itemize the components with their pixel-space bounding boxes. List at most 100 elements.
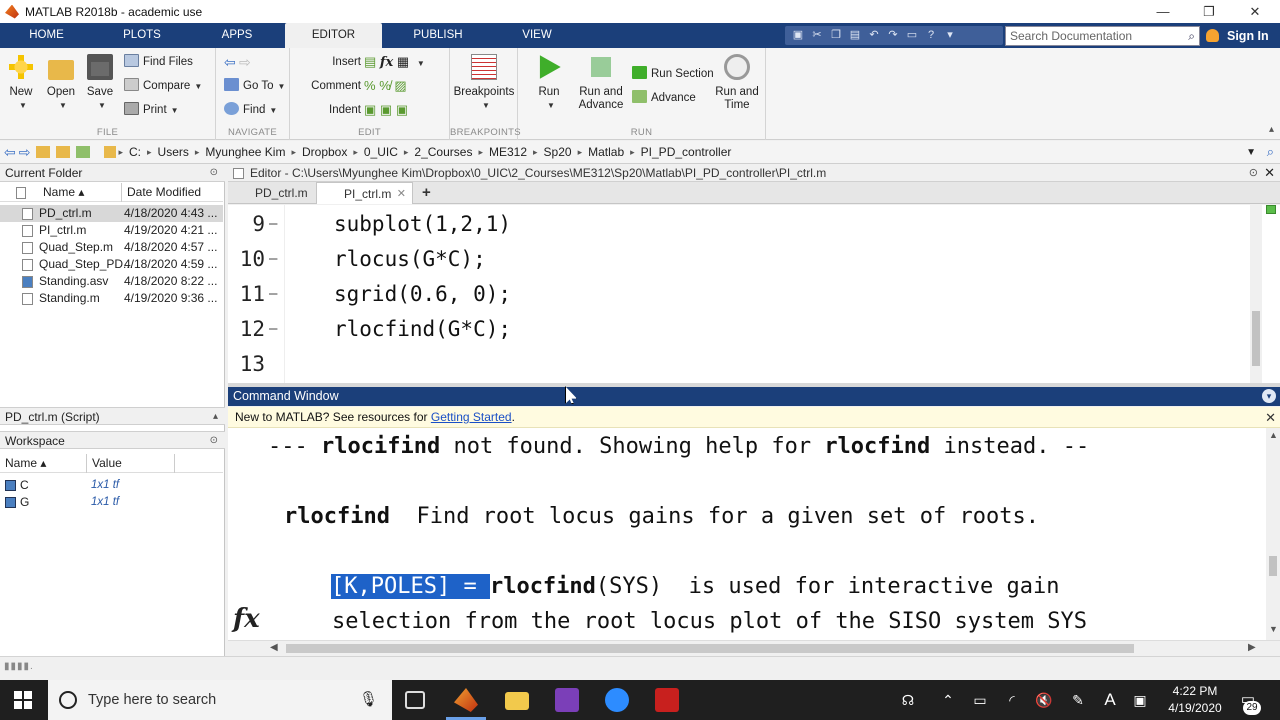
sign-in-button[interactable]: Sign In (1206, 25, 1269, 47)
tab-editor[interactable]: EDITOR (285, 23, 382, 48)
command-window-menu-icon[interactable]: ▾ (1262, 389, 1276, 403)
editor-scrollbar[interactable] (1250, 205, 1262, 383)
scroll-down-icon[interactable]: ▼ (1269, 624, 1278, 634)
notification-bell-icon[interactable] (1206, 29, 1219, 42)
run-and-time-button[interactable]: Run and Time (714, 54, 760, 112)
h-scroll-thumb[interactable] (286, 644, 1134, 653)
scroll-right-icon[interactable]: ▶ (1248, 642, 1256, 653)
code-analyzer-icon[interactable] (1266, 205, 1276, 214)
browse-folder-icon[interactable] (56, 146, 71, 158)
file-row[interactable]: Standing.m 4/19/2020 9:36 ... (0, 290, 223, 307)
language-indicator[interactable]: A (1098, 680, 1122, 720)
code-line[interactable]: 11— sgrid(0.6, 0); (228, 277, 1248, 312)
close-button[interactable]: ✕ (1232, 0, 1278, 23)
task-view-icon[interactable] (405, 691, 425, 709)
minimize-button[interactable]: — (1140, 0, 1186, 23)
windows-start-icon[interactable] (14, 691, 32, 709)
code-text[interactable]: rlocfind(G*C); (334, 312, 511, 347)
redo-icon[interactable]: ↷ (886, 29, 900, 42)
run-button[interactable]: Run ▼ (530, 54, 568, 112)
back-icon[interactable]: ⇦ (4, 144, 16, 161)
code-text[interactable]: subplot(1,2,1) (334, 207, 511, 242)
scroll-left-icon[interactable]: ◀ (270, 642, 278, 653)
insert-function-icon[interactable]: fx (380, 55, 393, 70)
save-button[interactable]: Save ▼ (82, 54, 118, 112)
outdent-icon[interactable]: ▣ (396, 102, 408, 117)
address-dropdown-icon[interactable]: ▼ (1246, 147, 1256, 158)
file-row[interactable]: Quad_Step.m 4/18/2020 4:57 ... (0, 239, 223, 256)
insert-section-icon[interactable]: ▤ (364, 54, 376, 69)
function-browser-icon[interactable]: fx (233, 604, 260, 634)
comment-tools[interactable]: % %̸ ▨ (364, 77, 407, 95)
taskbar-clock[interactable]: 4:22 PM 4/19/2020 (1160, 683, 1230, 717)
path-crumb[interactable]: Sp20 (544, 145, 572, 159)
editor-close-icon[interactable]: ✕ (1264, 164, 1275, 182)
find-files-button[interactable]: Find Files (124, 53, 193, 71)
show-hidden-icons[interactable]: ⌃ (936, 680, 960, 720)
path-crumb[interactable]: Dropbox (302, 145, 347, 159)
command-window-output[interactable]: --- rlocifind not found. Showing help fo… (228, 428, 1280, 640)
code-line[interactable]: 9— subplot(1,2,1) (228, 207, 1248, 242)
matlab-taskbar-icon[interactable] (454, 688, 478, 712)
code-editor[interactable]: 9— subplot(1,2,1) 10— rlocus(G*C); 11— sgri… (228, 205, 1280, 383)
maximize-button[interactable]: ❐ (1186, 0, 1232, 23)
tab-plots[interactable]: PLOTS (107, 23, 177, 48)
smart-indent-icon[interactable]: ▣ (364, 102, 376, 117)
print-button[interactable]: Print ▼ (124, 101, 179, 119)
insert-button[interactable]: Insert (332, 53, 361, 71)
path-crumb[interactable]: C: (129, 145, 141, 159)
undo-icon[interactable]: ↶ (867, 29, 881, 42)
wrap-comment-icon[interactable]: ▨ (394, 78, 406, 93)
breakpoint-dash[interactable]: — (269, 312, 277, 347)
search-icon[interactable]: ⌕ (1188, 27, 1195, 45)
insert-tools[interactable]: ▤ fx ▦ ▼ (364, 53, 425, 71)
file-row[interactable]: PI_ctrl.m 4/19/2020 4:21 ... (0, 222, 223, 239)
battery-icon[interactable]: ▭ (968, 680, 992, 720)
tab-home[interactable]: HOME (10, 23, 83, 48)
code-text[interactable]: sgrid(0.6, 0); (334, 277, 511, 312)
indent-icon[interactable]: ▣ (380, 102, 392, 117)
indent-tools[interactable]: ▣ ▣ ▣ (364, 101, 408, 119)
breakpoints-button[interactable]: Breakpoints ▼ (452, 54, 516, 112)
back-forward-buttons[interactable]: ⇦ ⇨ (224, 53, 251, 71)
code-line[interactable]: 13 (228, 347, 1248, 382)
close-banner-icon[interactable]: ✕ (1265, 407, 1276, 428)
search-documentation-input[interactable]: Search Documentation ⌕ (1005, 26, 1200, 46)
microphone-icon[interactable]: 🎙 (359, 680, 378, 720)
new-tab-button[interactable]: + (408, 182, 446, 204)
switch-windows-icon[interactable]: ▭ (905, 29, 919, 42)
goto-button[interactable]: Go To ▼ (224, 77, 285, 95)
open-button[interactable]: Open ▼ (42, 54, 80, 112)
onenote-icon[interactable] (555, 688, 579, 712)
comment-button[interactable]: Comment (311, 77, 361, 95)
workspace-variable[interactable]: C 1x1 tf (0, 477, 223, 494)
taskbar-search-input[interactable]: Type here to search 🎙 (48, 680, 392, 720)
editor-menu-icon[interactable]: ⊙ (1249, 164, 1258, 182)
pen-icon[interactable]: ✎ (1066, 680, 1090, 720)
close-tab-icon[interactable]: ✕ (397, 183, 406, 205)
expand-details-icon[interactable]: ▴ (213, 408, 218, 426)
save-icon[interactable]: ▣ (791, 29, 805, 42)
zoom-icon[interactable] (605, 688, 629, 712)
breakpoint-dash[interactable]: — (269, 207, 277, 242)
path-crumb[interactable]: ME312 (489, 145, 527, 159)
run-and-advance-button[interactable]: Run and Advance (578, 54, 624, 112)
insert-dropdown-icon[interactable]: ▼ (417, 59, 425, 68)
comment-percent-icon[interactable]: % (364, 78, 376, 93)
editor-scroll-thumb[interactable] (1252, 311, 1260, 366)
copy-icon[interactable]: ❐ (829, 29, 843, 42)
getting-started-link[interactable]: Getting Started (431, 410, 512, 424)
new-button[interactable]: New ▼ (4, 54, 38, 112)
find-button[interactable]: Find ▼ (224, 101, 277, 119)
code-line[interactable]: 12— rlocfind(G*C); (228, 312, 1248, 347)
code-text[interactable]: rlocus(G*C); (334, 242, 486, 277)
breakpoint-dash[interactable]: — (269, 277, 277, 312)
dropdown-icon[interactable]: ▾ (943, 29, 957, 42)
workspace-variable[interactable]: G 1x1 tf (0, 494, 223, 511)
file-row[interactable]: Quad_Step_PD... 4/18/2020 4:59 ... (0, 256, 223, 273)
file-row[interactable]: Standing.asv 4/18/2020 8:22 ... (0, 273, 223, 290)
paste-icon[interactable]: ▤ (848, 29, 862, 42)
acrobat-icon[interactable] (655, 688, 679, 712)
path-crumb[interactable]: Myunghee Kim (205, 145, 285, 159)
path-crumb[interactable]: Matlab (588, 145, 624, 159)
